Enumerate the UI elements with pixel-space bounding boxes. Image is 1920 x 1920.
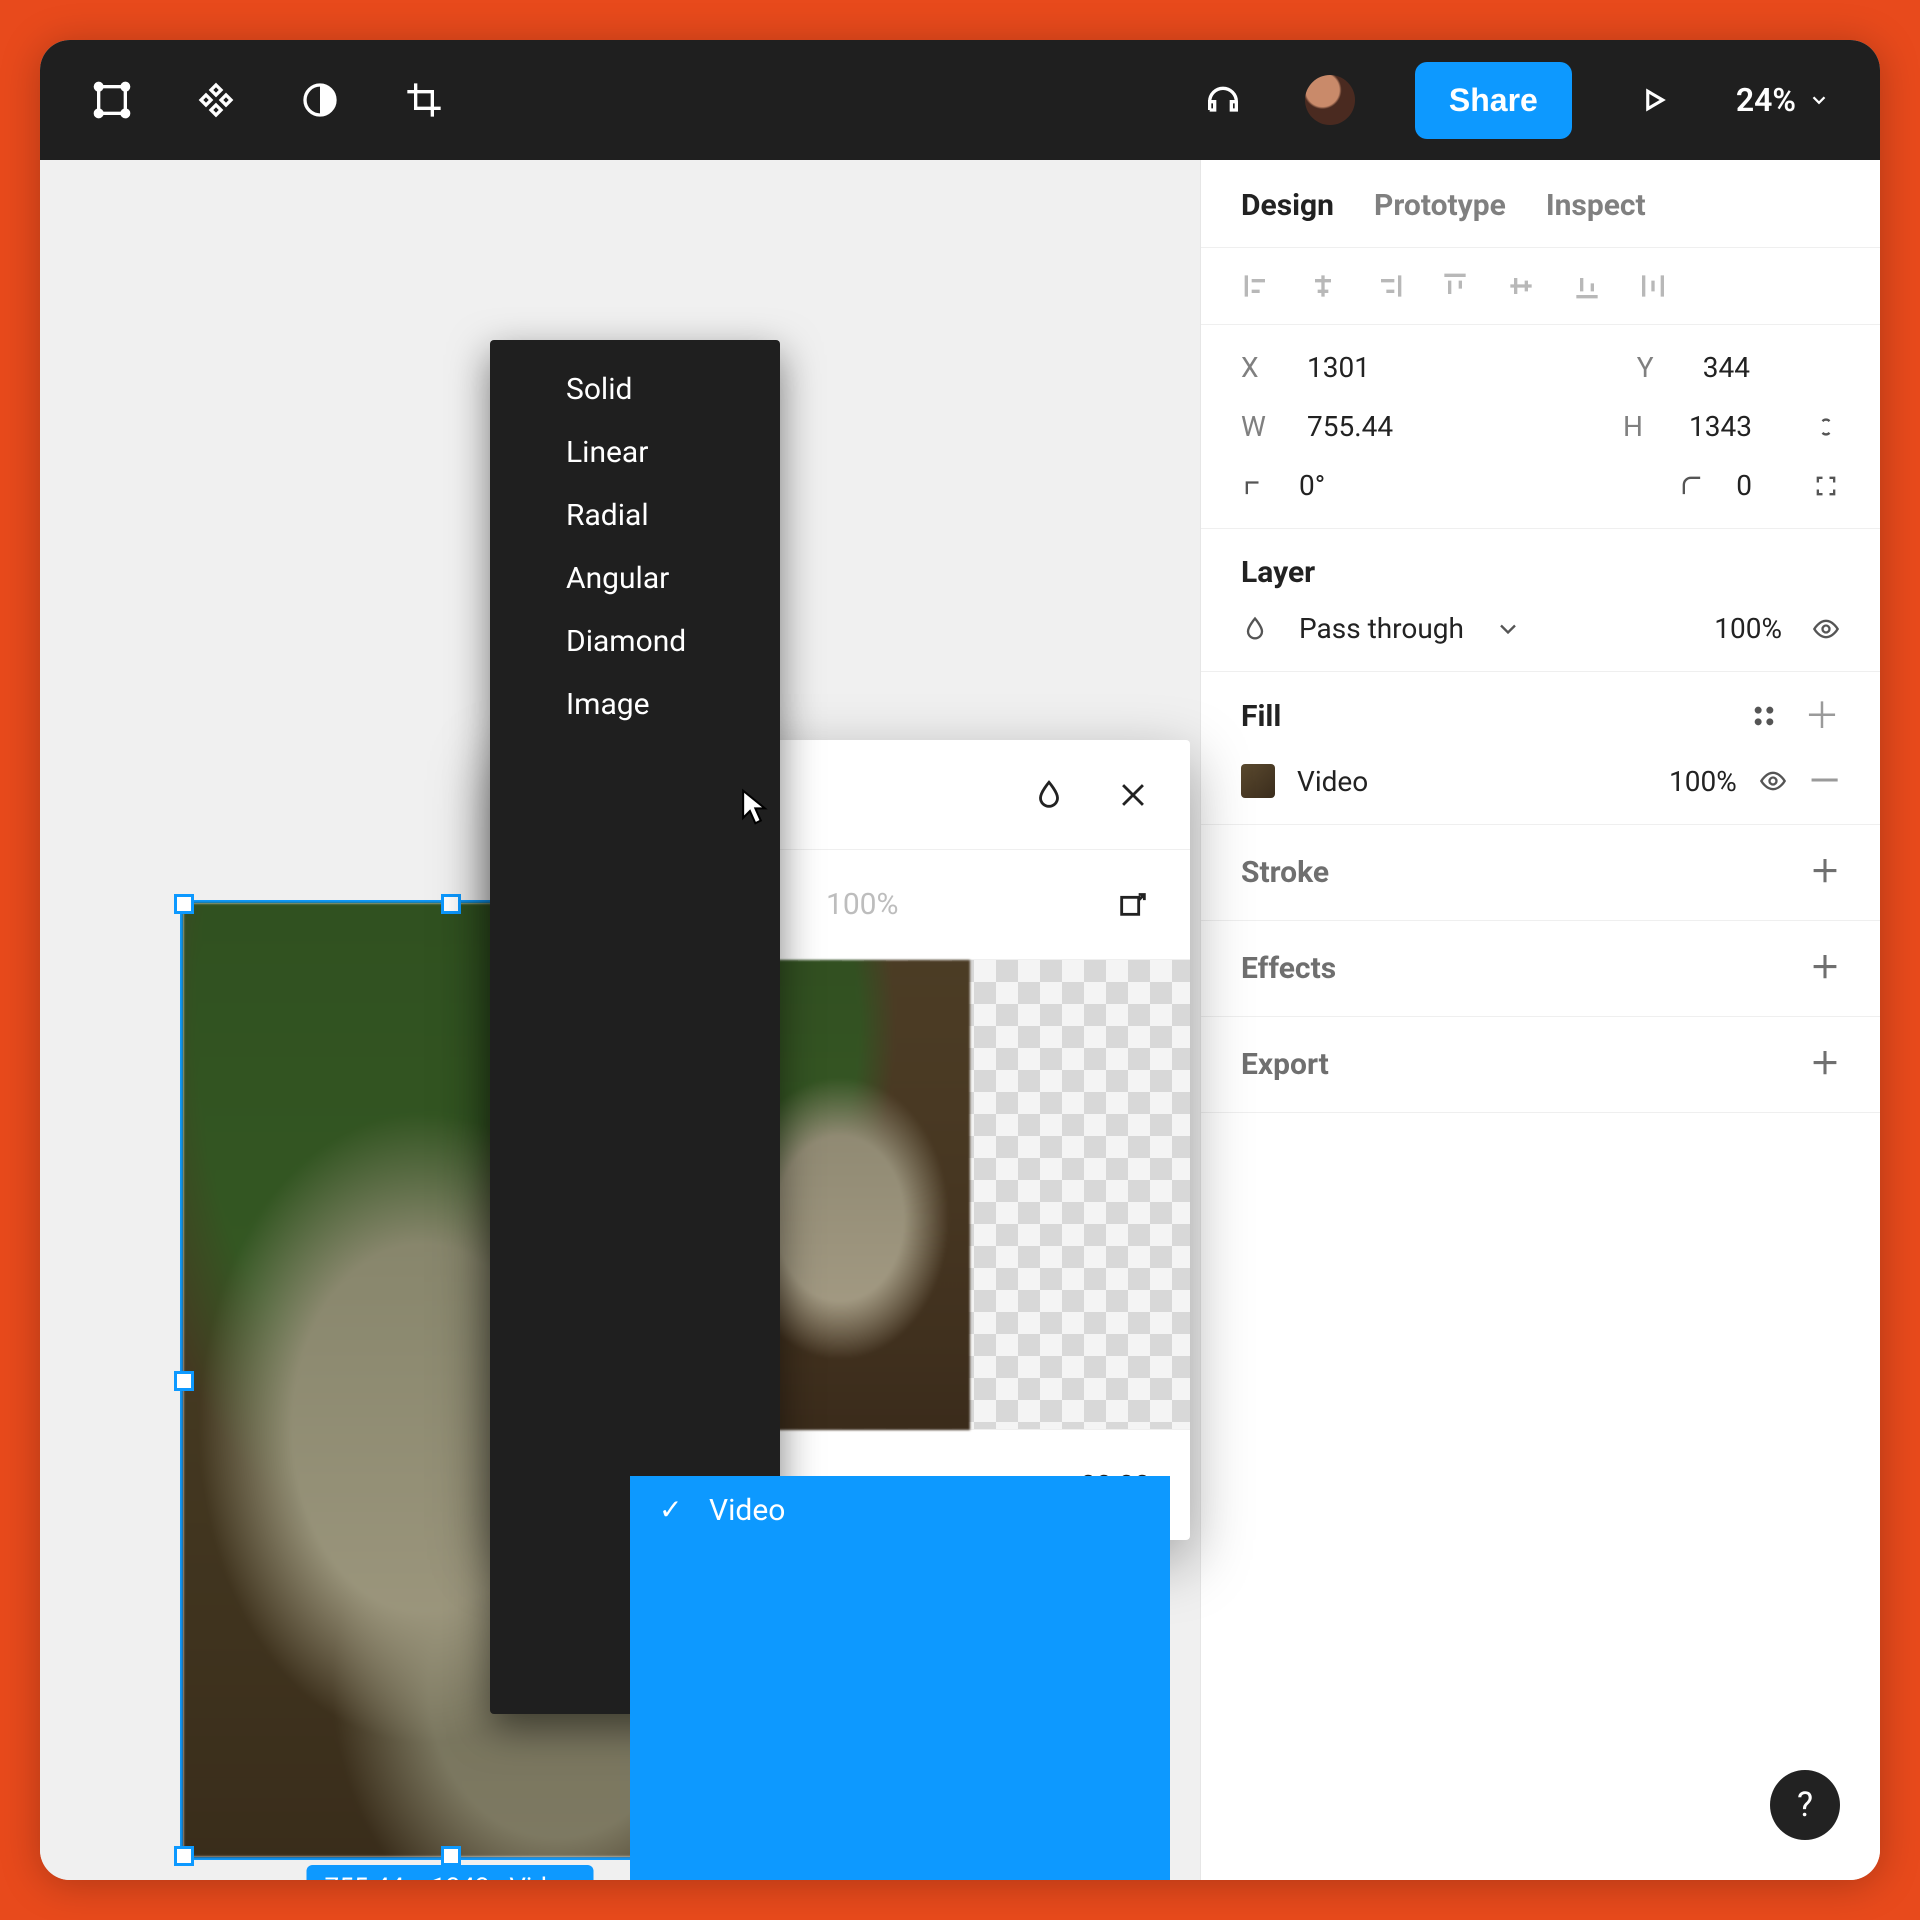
align-hcenter-icon[interactable] [1307,270,1339,302]
layer-section: Layer Pass through 100% [1201,529,1880,672]
stroke-section[interactable]: Stroke ＋ [1201,825,1880,921]
export-section[interactable]: Export ＋ [1201,1017,1880,1113]
stroke-title: Stroke [1241,855,1329,890]
chevron-down-icon [1808,89,1830,111]
headphones-icon[interactable] [1201,78,1245,122]
label-x: X [1241,351,1277,384]
share-button[interactable]: Share [1415,62,1572,139]
label-w: W [1241,410,1277,443]
align-right-icon[interactable] [1373,270,1405,302]
alignment-row [1201,248,1880,325]
app-window: Share 24% 755.44 × 1343 · Video [40,40,1880,1880]
selection-size-badge: 755.44 × 1343 · Video [307,1865,594,1880]
value-x[interactable]: 1301 [1307,351,1370,384]
fill-type-option-radial[interactable]: Radial [490,484,780,547]
label-y: Y [1637,351,1673,384]
zoom-value: 24% [1736,81,1796,119]
fill-type-option-angular[interactable]: Angular [490,547,780,610]
tab-prototype[interactable]: Prototype [1374,188,1506,223]
fill-type-dropdown: Solid Linear Radial Angular Diamond Imag… [490,340,780,1714]
blend-drop-icon[interactable] [1241,615,1269,643]
top-toolbar: Share 24% [40,40,1880,160]
layer-opacity[interactable]: 100% [1714,612,1782,645]
value-y[interactable]: 344 [1703,351,1750,384]
resize-handle-tl[interactable] [174,894,194,914]
user-avatar[interactable] [1305,75,1355,125]
zoom-select[interactable]: 24% [1736,81,1830,119]
value-w[interactable]: 755.44 [1307,410,1393,443]
resize-handle-l[interactable] [174,1371,194,1391]
fill-type-option-video[interactable]: Video [630,1476,1170,1880]
fill-opacity[interactable]: 100% [1669,765,1737,798]
effects-section[interactable]: Effects ＋ [1201,921,1880,1017]
value-h[interactable]: 1343 [1689,410,1752,443]
distribute-icon[interactable] [1637,270,1669,302]
fill-type-option-solid[interactable]: Solid [490,358,780,421]
help-button[interactable]: ? [1770,1770,1840,1840]
align-vcenter-icon[interactable] [1505,270,1537,302]
add-stroke-icon[interactable]: ＋ [1810,858,1840,888]
components-icon[interactable] [194,78,238,122]
panel-tabs: Design Prototype Inspect [1201,160,1880,248]
blend-mode[interactable]: Pass through [1299,612,1464,645]
transform-section: X 1301 Y 344 W 755.44 H 1343 [1201,325,1880,529]
fill-popover-opacity[interactable]: 100% [826,887,899,922]
remove-fill-icon[interactable]: — [1809,773,1840,789]
style-grid-icon[interactable] [1750,702,1778,730]
properties-panel: Design Prototype Inspect X 1301 Y [1200,160,1880,1880]
add-fill-icon[interactable]: ＋ [1804,698,1840,734]
chevron-down-icon [1494,615,1522,643]
eye-icon[interactable] [1759,767,1787,795]
crop-icon[interactable] [402,78,446,122]
effects-title: Effects [1241,951,1336,986]
fill-title: Fill [1241,699,1281,734]
tab-inspect[interactable]: Inspect [1546,188,1646,223]
export-title: Export [1241,1047,1329,1082]
link-dimensions-icon[interactable] [1812,413,1840,441]
value-rotation[interactable]: 0° [1299,469,1325,502]
frame-tool-icon[interactable] [90,78,134,122]
align-bottom-icon[interactable] [1571,270,1603,302]
align-left-icon[interactable] [1241,270,1273,302]
main-area: 755.44 × 1343 · Video Fill 100% [40,160,1880,1880]
label-h: H [1623,410,1659,443]
mask-icon[interactable] [298,78,342,122]
resize-handle-t[interactable] [441,894,461,914]
close-icon[interactable] [1116,778,1150,812]
fill-type-option-image[interactable]: Image [490,673,780,736]
fill-row[interactable]: Video 100% — [1201,748,1880,825]
blend-drop-icon[interactable] [1032,778,1066,812]
tab-design[interactable]: Design [1241,188,1334,223]
add-export-icon[interactable]: ＋ [1810,1050,1840,1080]
align-top-icon[interactable] [1439,270,1471,302]
eye-icon[interactable] [1812,615,1840,643]
resize-handle-bl[interactable] [174,1846,194,1866]
fill-type-option-diamond[interactable]: Diamond [490,610,780,673]
fill-section-head: Fill ＋ [1201,672,1880,748]
layer-title: Layer [1241,555,1840,590]
resize-handle-b[interactable] [441,1846,461,1866]
add-effect-icon[interactable]: ＋ [1810,954,1840,984]
fill-type-option-linear[interactable]: Linear [490,421,780,484]
rotation-icon [1241,472,1269,500]
corner-radius-icon [1678,472,1706,500]
rotate-image-icon[interactable] [1116,886,1150,924]
canvas[interactable]: 755.44 × 1343 · Video Fill 100% [40,160,1200,1880]
fill-type: Video [1297,765,1368,798]
fill-thumbnail[interactable] [1241,764,1275,798]
value-corner[interactable]: 0 [1736,469,1752,502]
present-play-icon[interactable] [1632,78,1676,122]
independent-corners-icon[interactable] [1812,472,1840,500]
